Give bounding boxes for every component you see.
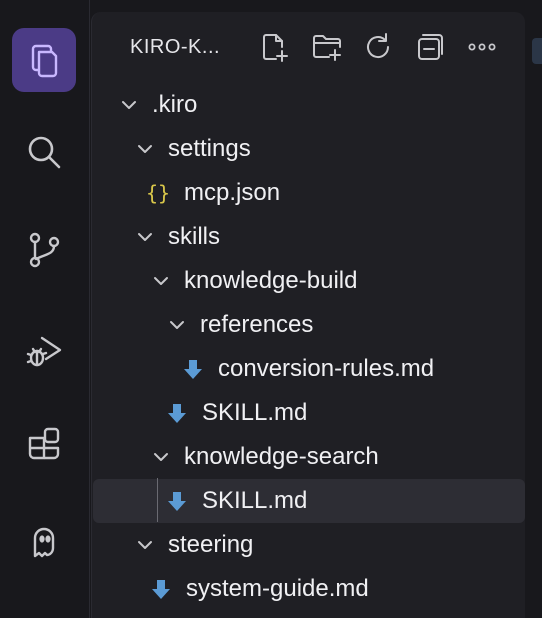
new-folder-button[interactable] <box>309 29 345 65</box>
tree-folder-steering[interactable]: steering <box>92 523 526 567</box>
tree-label: system-guide.md <box>186 575 369 602</box>
chevron-down-icon <box>150 446 172 468</box>
markdown-file-icon <box>164 400 190 426</box>
explorer-icon <box>31 44 58 78</box>
tree-folder-kiro[interactable]: .kiro <box>92 83 526 127</box>
source-control-button[interactable] <box>12 218 76 282</box>
markdown-file-icon <box>164 488 190 514</box>
explorer-panel: KIRO-K... .kiro settings {} mcp.json ski… <box>91 12 525 618</box>
tree-label: knowledge-build <box>184 267 358 294</box>
search-button[interactable] <box>12 120 76 184</box>
tree-file-system-guide[interactable]: system-guide.md <box>92 567 526 611</box>
tree-label: skills <box>168 223 220 250</box>
search-icon <box>28 136 61 169</box>
new-folder-icon <box>313 35 341 61</box>
extensions-button[interactable] <box>12 412 76 476</box>
editor-tab-stub[interactable] <box>532 38 542 64</box>
activity-bar <box>0 0 90 618</box>
chevron-down-icon <box>134 534 156 556</box>
refresh-icon <box>367 33 390 59</box>
tree-folder-knowledge-search[interactable]: knowledge-search <box>92 435 526 479</box>
json-file-icon: {} <box>145 181 171 205</box>
tree-label: knowledge-search <box>184 443 379 470</box>
tree-file-mcp-json[interactable]: {} mcp.json <box>92 171 526 215</box>
tree-label: .kiro <box>152 91 198 118</box>
markdown-file-icon <box>148 576 174 602</box>
tree-label: steering <box>168 531 254 558</box>
more-icon <box>468 43 496 51</box>
chevron-down-icon <box>166 314 188 336</box>
tree-folder-skills[interactable]: skills <box>92 215 526 259</box>
refresh-button[interactable] <box>360 29 396 65</box>
tree-file-skill-md[interactable]: SKILL.md <box>92 391 526 435</box>
run-debug-button[interactable] <box>12 320 76 384</box>
more-actions-button[interactable] <box>464 29 500 65</box>
tree-label: SKILL.md <box>202 487 308 514</box>
tree-label: settings <box>168 135 251 162</box>
chevron-down-icon <box>134 138 156 160</box>
new-file-button[interactable] <box>256 29 292 65</box>
kiro-button[interactable] <box>12 510 76 574</box>
chevron-down-icon <box>134 226 156 248</box>
tree-label: SKILL.md <box>202 399 308 426</box>
tree-folder-references[interactable]: references <box>92 303 526 347</box>
new-file-icon <box>263 34 288 62</box>
tree-label: references <box>200 311 314 338</box>
collapse-all-icon <box>418 34 443 60</box>
indent-guide <box>157 478 158 522</box>
ide-window: KIRO-K... .kiro settings {} mcp.json ski… <box>0 0 542 618</box>
editor-edge <box>526 12 542 618</box>
source-control-icon <box>29 232 60 268</box>
explorer-button[interactable] <box>12 28 76 92</box>
explorer-header: KIRO-K... <box>92 12 526 82</box>
extensions-icon <box>28 427 60 460</box>
chevron-down-icon <box>118 94 140 116</box>
chevron-down-icon <box>150 270 172 292</box>
tree-label: conversion-rules.md <box>218 355 435 382</box>
tree-file-conversion-rules[interactable]: conversion-rules.md <box>92 347 526 391</box>
tree-folder-settings[interactable]: settings <box>92 127 526 171</box>
tree-label: mcp.json <box>184 179 281 206</box>
kiro-ghost-icon <box>33 527 55 558</box>
explorer-title: KIRO-K... <box>130 36 221 58</box>
run-debug-icon <box>26 336 62 367</box>
collapse-all-button[interactable] <box>412 29 448 65</box>
tree-folder-knowledge-build[interactable]: knowledge-build <box>92 259 526 303</box>
markdown-file-icon <box>180 356 206 382</box>
